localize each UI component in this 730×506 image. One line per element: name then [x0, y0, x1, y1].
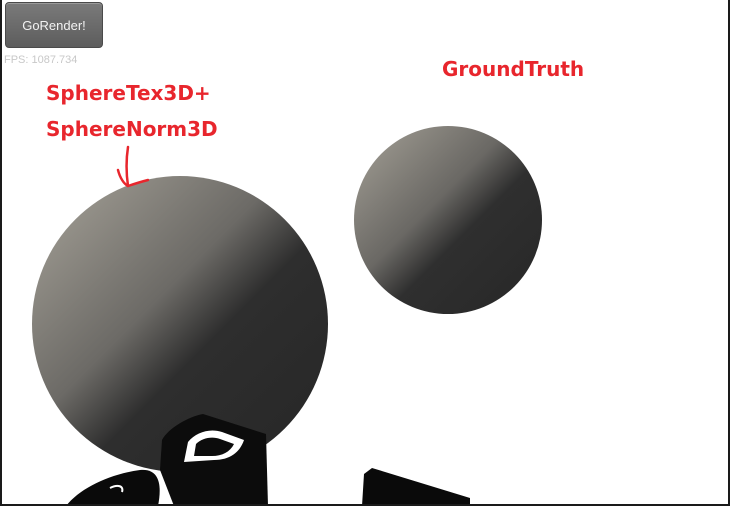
sphere-groundtruth-render [354, 126, 542, 314]
annotation-label-spheretex3d: SphereTex3D+ [46, 81, 211, 105]
go-render-button[interactable]: GoRender! [5, 2, 103, 48]
scene-canvas [32, 126, 542, 506]
annotation-label-spherenorm3d: SphereNorm3D [46, 117, 218, 141]
render-viewport: GoRender! FPS: 1087.734 SphereTex3D+ Sph… [0, 0, 730, 506]
dark-wedge-object [362, 468, 470, 506]
annotation-label-groundtruth: GroundTruth [442, 57, 585, 81]
viewport-left-border [0, 0, 2, 506]
fps-counter: FPS: 1087.734 [4, 54, 78, 66]
dark-object-left [66, 469, 160, 506]
annotation-arrow-icon [125, 145, 130, 188]
